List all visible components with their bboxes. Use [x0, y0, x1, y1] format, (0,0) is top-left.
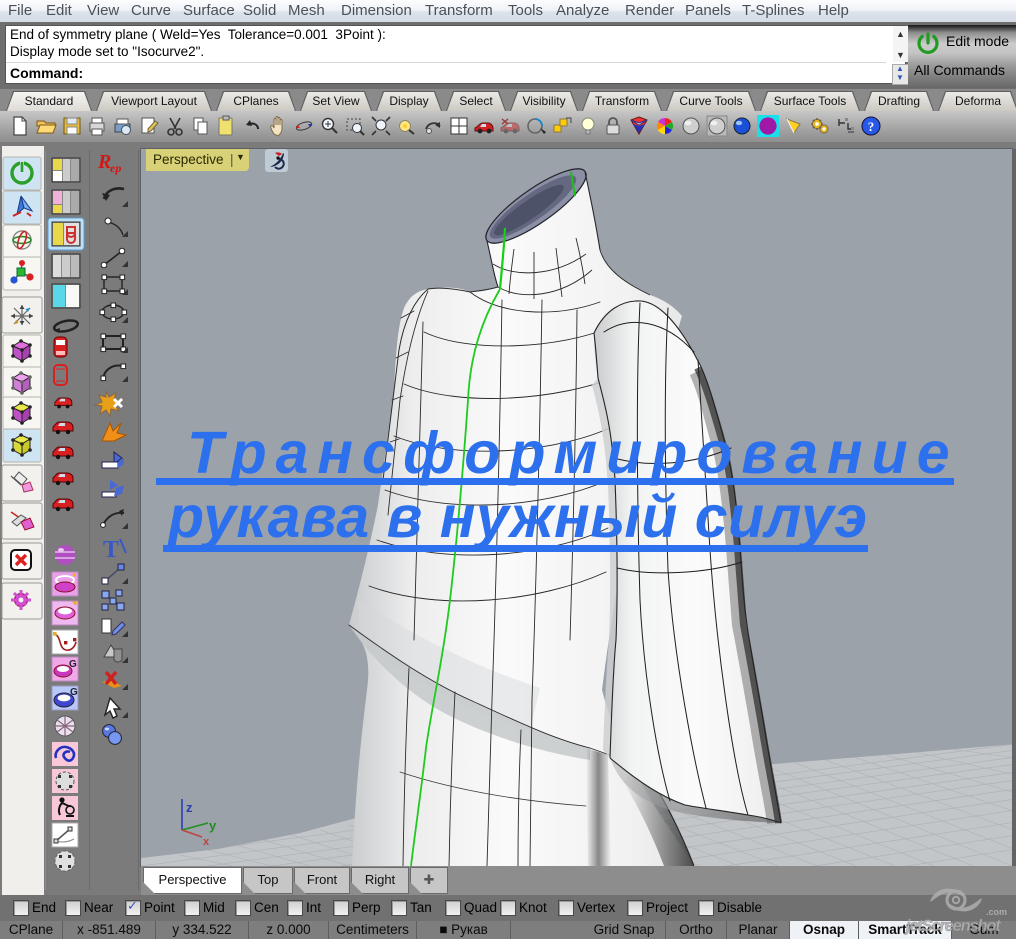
svg-text:ep: ep [110, 161, 121, 175]
svg-text:.com: .com [986, 907, 1007, 917]
svg-text:y: y [209, 818, 217, 833]
svg-text:G: G [70, 687, 78, 698]
svg-text:z: z [186, 800, 193, 815]
svg-text:G: G [69, 659, 77, 670]
svg-text:x: x [203, 836, 210, 848]
svg-text:jetScreenshot: jetScreenshot [904, 917, 1002, 935]
svg-text:T: T [103, 537, 119, 563]
svg-text:?: ? [868, 119, 875, 134]
